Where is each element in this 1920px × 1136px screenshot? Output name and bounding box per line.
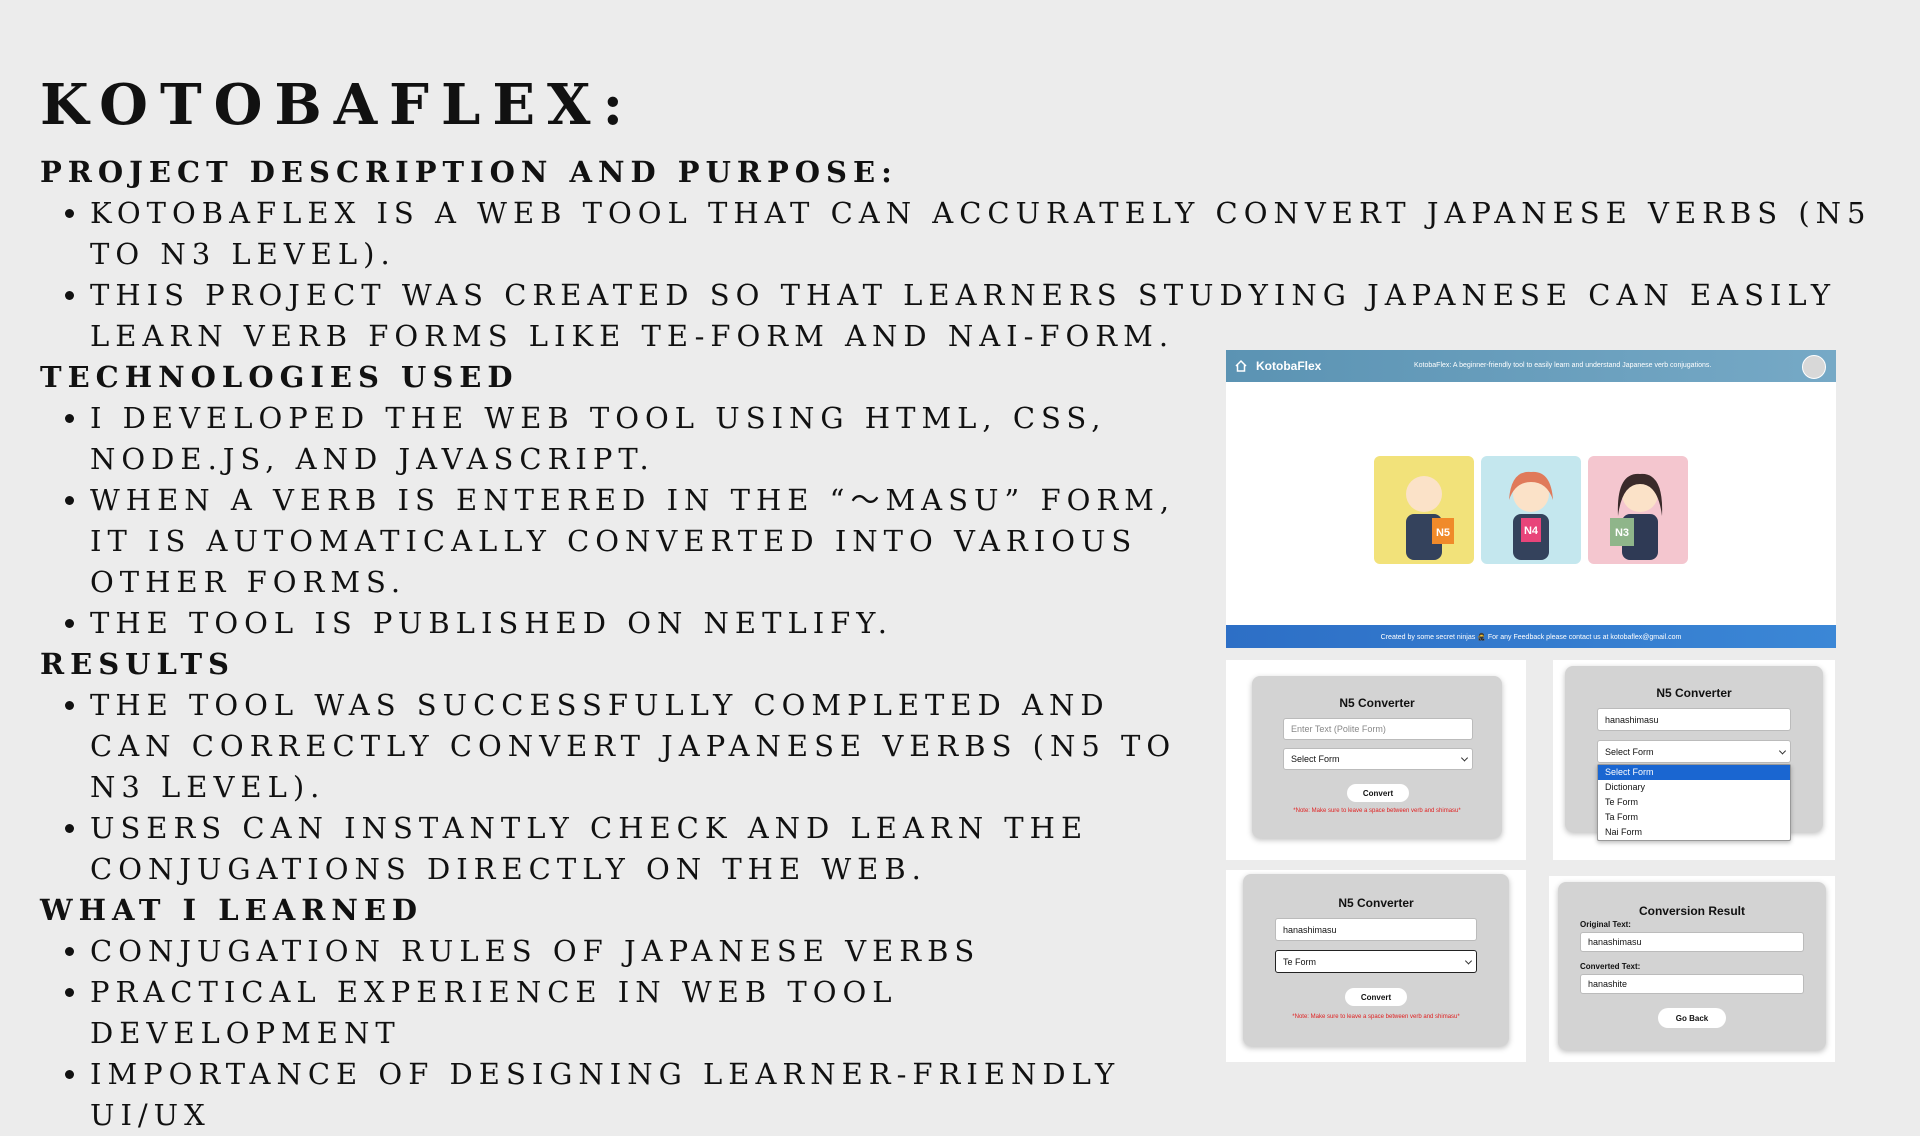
level-card-label: N3 <box>1615 527 1629 539</box>
converter-card: N5 Converter Enter Text (Polite Form) Se… <box>1252 676 1502 838</box>
converter-title: N5 Converter <box>1339 696 1415 710</box>
level-card-n5[interactable]: N5 <box>1374 456 1474 564</box>
verb-input[interactable]: hanashimasu <box>1275 918 1477 941</box>
converter-card: N5 Converter hanashimasu Te Form Convert… <box>1243 874 1509 1046</box>
level-card-label: N5 <box>1436 527 1450 539</box>
form-dropdown-list: Select Form Dictionary Te Form Ta Form N… <box>1597 764 1791 841</box>
anime-student-n3-icon: N3 <box>1610 473 1663 560</box>
dropdown-option[interactable]: Dictionary <box>1598 780 1790 795</box>
original-text-field: hanashimasu <box>1580 932 1804 952</box>
results-list: THE TOOL WAS SUCCESSFULLY COMPLETED AND … <box>40 685 1190 890</box>
dropdown-option[interactable]: Nai Form <box>1598 825 1790 840</box>
section-heading-learned: WHAT I LEARNED <box>40 893 424 927</box>
list-item: PRACTICAL EXPERIENCE IN WEB TOOL DEVELOP… <box>90 972 1190 1054</box>
level-card-n3[interactable]: N3 <box>1588 456 1688 564</box>
form-select-value: Select Form <box>1291 754 1340 764</box>
slide-title: KOTOBAFLEX: <box>40 72 636 138</box>
dropdown-option[interactable]: Ta Form <box>1598 810 1790 825</box>
learned-list: CONJUGATION RULES OF JAPANESE VERBS PRAC… <box>40 931 1190 1136</box>
converter-note: *Note: Make sure to leave a space betwee… <box>1292 1014 1460 1020</box>
verb-input[interactable]: Enter Text (Polite Form) <box>1283 718 1473 740</box>
converter-empty-screenshot: N5 Converter Enter Text (Polite Form) Se… <box>1226 660 1526 860</box>
converter-title: N5 Converter <box>1656 686 1732 700</box>
list-item: THE TOOL WAS SUCCESSFULLY COMPLETED AND … <box>90 685 1190 808</box>
list-item: THIS PROJECT WAS CREATED SO THAT LEARNER… <box>90 275 1880 357</box>
list-item: KOTOBAFLEX IS A WEB TOOL THAT CAN ACCURA… <box>90 193 1880 275</box>
anime-student-n5-icon: N5 <box>1404 476 1454 560</box>
anime-student-n4-icon: N4 <box>1509 471 1553 560</box>
form-select[interactable]: Select Form <box>1597 740 1791 763</box>
app-brand[interactable]: KotobaFlex <box>1256 359 1321 373</box>
technologies-list: I DEVELOPED THE WEB TOOL USING HTML, CSS… <box>40 398 1190 644</box>
home-icon[interactable] <box>1234 359 1248 373</box>
purpose-list: KOTOBAFLEX IS A WEB TOOL THAT CAN ACCURA… <box>40 193 1880 357</box>
app-footer: Created by some secret ninjas 🥷 For any … <box>1226 625 1836 648</box>
section-heading-results: RESULTS <box>40 647 235 681</box>
list-item: WHEN A VERB IS ENTERED IN THE “〜MASU” FO… <box>90 480 1190 603</box>
convert-button[interactable]: Convert <box>1347 784 1409 802</box>
section-heading-purpose: PROJECT DESCRIPTION AND PURPOSE: <box>40 155 898 189</box>
convert-button[interactable]: Convert <box>1345 988 1407 1006</box>
converter-dropdown-screenshot: N5 Converter hanashimasu Select Form Sel… <box>1553 660 1835 860</box>
user-avatar-icon[interactable] <box>1802 355 1826 379</box>
list-item: I DEVELOPED THE WEB TOOL USING HTML, CSS… <box>90 398 1190 480</box>
app-header: KotobaFlex KotobaFlex: A beginner-friend… <box>1226 350 1836 382</box>
level-cards: N5 N4 N3 <box>1374 456 1688 564</box>
section-heading-technologies: TECHNOLOGIES USED <box>40 360 519 394</box>
app-tagline: KotobaFlex: A beginner-friendly tool to … <box>1414 362 1712 369</box>
chevron-down-icon <box>1460 754 1469 762</box>
form-select[interactable]: Select Form <box>1283 748 1473 770</box>
level-card-label: N4 <box>1524 525 1539 537</box>
result-card: Conversion Result Original Text: hanashi… <box>1558 882 1826 1050</box>
original-text-label: Original Text: <box>1580 920 1631 929</box>
list-item: IMPORTANCE OF DESIGNING LEARNER-FRIENDLY… <box>90 1054 1190 1136</box>
converted-text-label: Converted Text: <box>1580 962 1641 971</box>
verb-input[interactable]: hanashimasu <box>1597 708 1791 731</box>
list-item: CONJUGATION RULES OF JAPANESE VERBS <box>90 931 1190 972</box>
converter-title: N5 Converter <box>1338 896 1414 910</box>
list-item: THE TOOL IS PUBLISHED ON NETLIFY. <box>90 603 1190 644</box>
converter-note: *Note: Make sure to leave a space betwee… <box>1293 808 1461 814</box>
list-item: USERS CAN INSTANTLY CHECK AND LEARN THE … <box>90 808 1190 890</box>
chevron-down-icon <box>1778 746 1787 755</box>
result-title: Conversion Result <box>1638 904 1746 918</box>
chevron-down-icon <box>1464 956 1473 965</box>
dropdown-option[interactable]: Select Form <box>1598 765 1790 780</box>
converted-text-field: hanashite <box>1580 974 1804 994</box>
conversion-result-screenshot: Conversion Result Original Text: hanashi… <box>1549 876 1835 1062</box>
dropdown-option[interactable]: Te Form <box>1598 795 1790 810</box>
converter-filled-screenshot: N5 Converter hanashimasu Te Form Convert… <box>1226 870 1526 1062</box>
level-card-n4[interactable]: N4 <box>1481 456 1581 564</box>
go-back-button[interactable]: Go Back <box>1658 1008 1726 1028</box>
form-select[interactable]: Te Form <box>1275 950 1477 973</box>
app-home-screenshot: KotobaFlex KotobaFlex: A beginner-friend… <box>1226 350 1836 648</box>
form-select-value: Te Form <box>1283 956 1317 967</box>
narrow-column: TECHNOLOGIES USED I DEVELOPED THE WEB TO… <box>40 357 1190 1136</box>
form-select-value: Select Form <box>1605 746 1654 757</box>
